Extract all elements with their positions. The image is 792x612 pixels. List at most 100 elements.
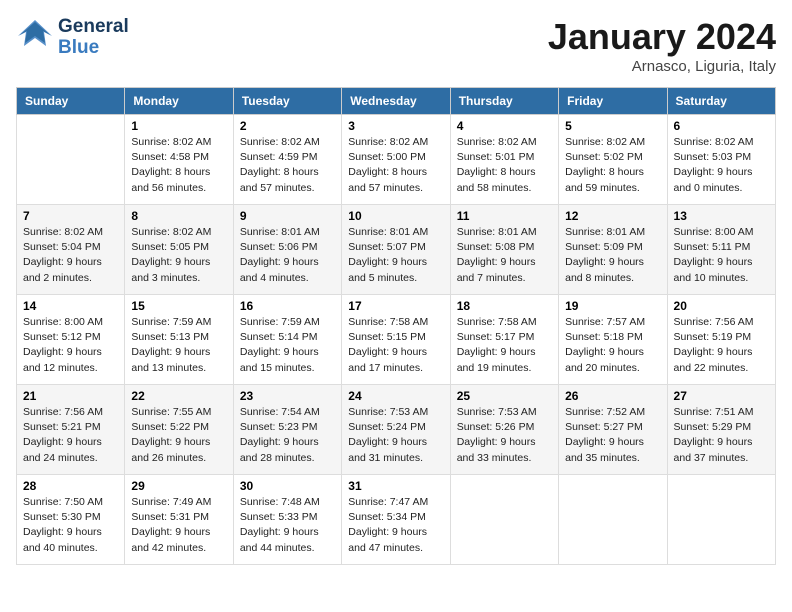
- calendar-cell: 16 Sunrise: 7:59 AMSunset: 5:14 PMDayligh…: [233, 295, 341, 385]
- day-number: 5: [565, 119, 660, 133]
- calendar-cell: 3 Sunrise: 8:02 AMSunset: 5:00 PMDaylight…: [342, 115, 450, 205]
- day-number: 4: [457, 119, 552, 133]
- logo-blue-text: Blue: [58, 37, 99, 58]
- day-number: 13: [674, 209, 769, 223]
- day-info: Sunrise: 7:52 AMSunset: 5:27 PMDaylight:…: [565, 405, 660, 466]
- calendar-week-2: 7 Sunrise: 8:02 AMSunset: 5:04 PMDaylight…: [17, 205, 776, 295]
- col-header-saturday: Saturday: [667, 88, 775, 115]
- calendar-cell: 9 Sunrise: 8:01 AMSunset: 5:06 PMDaylight…: [233, 205, 341, 295]
- day-number: 22: [131, 389, 226, 403]
- calendar-cell: 26Sunrise: 7:52 AMSunset: 5:27 PMDayligh…: [559, 385, 667, 475]
- calendar-cell: 29 Sunrise: 7:49 AMSunset: 5:31 PMDayligh…: [125, 475, 233, 565]
- day-number: 9: [240, 209, 335, 223]
- col-header-thursday: Thursday: [450, 88, 558, 115]
- day-info: Sunrise: 7:57 AMSunset: 5:18 PMDaylight:…: [565, 315, 660, 376]
- day-info: Sunrise: 7:56 AMSunset: 5:21 PMDaylight:…: [23, 405, 118, 466]
- day-info: Sunrise: 8:01 AMSunset: 5:07 PMDaylight:…: [348, 225, 443, 286]
- day-number: 3: [348, 119, 443, 133]
- day-info: Sunrise: 8:02 AMSunset: 5:03 PMDaylight:…: [674, 135, 769, 196]
- calendar-cell: 1 Sunrise: 8:02 AMSunset: 4:58 PMDaylight…: [125, 115, 233, 205]
- calendar-cell: 5 Sunrise: 8:02 AMSunset: 5:02 PMDaylight…: [559, 115, 667, 205]
- calendar-cell: 8 Sunrise: 8:02 AMSunset: 5:05 PMDaylight…: [125, 205, 233, 295]
- calendar-cell: 31Sunrise: 7:47 AMSunset: 5:34 PMDayligh…: [342, 475, 450, 565]
- col-header-friday: Friday: [559, 88, 667, 115]
- day-info: Sunrise: 8:02 AMSunset: 5:02 PMDaylight:…: [565, 135, 660, 196]
- day-number: 30: [240, 479, 335, 493]
- day-info: Sunrise: 7:59 AMSunset: 5:14 PMDaylight:…: [240, 315, 335, 376]
- calendar-cell: 2 Sunrise: 8:02 AMSunset: 4:59 PMDaylight…: [233, 115, 341, 205]
- calendar-cell: 15 Sunrise: 7:59 AMSunset: 5:13 PMDayligh…: [125, 295, 233, 385]
- day-info: Sunrise: 8:01 AMSunset: 5:06 PMDaylight:…: [240, 225, 335, 286]
- day-info: Sunrise: 8:02 AMSunset: 5:00 PMDaylight:…: [348, 135, 443, 196]
- day-info: Sunrise: 7:47 AMSunset: 5:34 PMDaylight:…: [348, 495, 443, 556]
- calendar-cell: 24 Sunrise: 7:53 AMSunset: 5:24 PMDayligh…: [342, 385, 450, 475]
- day-number: 19: [565, 299, 660, 313]
- calendar-cell: [559, 475, 667, 565]
- day-info: Sunrise: 7:59 AMSunset: 5:13 PMDaylight:…: [131, 315, 226, 376]
- calendar-cell: 19 Sunrise: 7:57 AMSunset: 5:18 PMDayligh…: [559, 295, 667, 385]
- calendar-week-1: 1 Sunrise: 8:02 AMSunset: 4:58 PMDaylight…: [17, 115, 776, 205]
- calendar-cell: [667, 475, 775, 565]
- calendar-cell: 4 Sunrise: 8:02 AMSunset: 5:01 PMDaylight…: [450, 115, 558, 205]
- calendar-cell: 23 Sunrise: 7:54 AMSunset: 5:23 PMDayligh…: [233, 385, 341, 475]
- calendar-cell: 27Sunrise: 7:51 AMSunset: 5:29 PMDayligh…: [667, 385, 775, 475]
- calendar-cell: 18 Sunrise: 7:58 AMSunset: 5:17 PMDayligh…: [450, 295, 558, 385]
- calendar-cell: 20 Sunrise: 7:56 AMSunset: 5:19 PMDayligh…: [667, 295, 775, 385]
- day-number: 24: [348, 389, 443, 403]
- day-info: Sunrise: 8:02 AMSunset: 5:05 PMDaylight:…: [131, 225, 226, 286]
- day-info: Sunrise: 8:02 AMSunset: 5:01 PMDaylight:…: [457, 135, 552, 196]
- day-number: 18: [457, 299, 552, 313]
- calendar-cell: 30 Sunrise: 7:48 AMSunset: 5:33 PMDayligh…: [233, 475, 341, 565]
- day-info: Sunrise: 8:00 AMSunset: 5:11 PMDaylight:…: [674, 225, 769, 286]
- day-number: 6: [674, 119, 769, 133]
- col-header-wednesday: Wednesday: [342, 88, 450, 115]
- day-number: 2: [240, 119, 335, 133]
- day-info: Sunrise: 8:01 AMSunset: 5:09 PMDaylight:…: [565, 225, 660, 286]
- calendar-cell: 7 Sunrise: 8:02 AMSunset: 5:04 PMDaylight…: [17, 205, 125, 295]
- day-info: Sunrise: 8:02 AMSunset: 5:04 PMDaylight:…: [23, 225, 118, 286]
- calendar-cell: 12Sunrise: 8:01 AMSunset: 5:09 PMDayligh…: [559, 205, 667, 295]
- day-number: 20: [674, 299, 769, 313]
- day-info: Sunrise: 7:56 AMSunset: 5:19 PMDaylight:…: [674, 315, 769, 376]
- day-info: Sunrise: 7:55 AMSunset: 5:22 PMDaylight:…: [131, 405, 226, 466]
- day-number: 14: [23, 299, 118, 313]
- day-number: 29: [131, 479, 226, 493]
- calendar-cell: [17, 115, 125, 205]
- calendar-cell: 17Sunrise: 7:58 AMSunset: 5:15 PMDayligh…: [342, 295, 450, 385]
- day-number: 8: [131, 209, 226, 223]
- day-info: Sunrise: 7:53 AMSunset: 5:24 PMDaylight:…: [348, 405, 443, 466]
- calendar-cell: 6 Sunrise: 8:02 AMSunset: 5:03 PMDaylight…: [667, 115, 775, 205]
- day-number: 1: [131, 119, 226, 133]
- day-info: Sunrise: 7:58 AMSunset: 5:17 PMDaylight:…: [457, 315, 552, 376]
- calendar-cell: 25 Sunrise: 7:53 AMSunset: 5:26 PMDayligh…: [450, 385, 558, 475]
- calendar-table: SundayMondayTuesdayWednesdayThursdayFrid…: [16, 87, 776, 565]
- calendar-cell: 21Sunrise: 7:56 AMSunset: 5:21 PMDayligh…: [17, 385, 125, 475]
- day-info: Sunrise: 7:53 AMSunset: 5:26 PMDaylight:…: [457, 405, 552, 466]
- day-number: 25: [457, 389, 552, 403]
- day-number: 7: [23, 209, 118, 223]
- day-info: Sunrise: 7:48 AMSunset: 5:33 PMDaylight:…: [240, 495, 335, 556]
- day-info: Sunrise: 7:54 AMSunset: 5:23 PMDaylight:…: [240, 405, 335, 466]
- day-number: 23: [240, 389, 335, 403]
- day-number: 11: [457, 209, 552, 223]
- day-number: 16: [240, 299, 335, 313]
- day-number: 28: [23, 479, 118, 493]
- calendar-cell: 28Sunrise: 7:50 AMSunset: 5:30 PMDayligh…: [17, 475, 125, 565]
- logo: General Blue: [16, 16, 129, 59]
- calendar-cell: 10Sunrise: 8:01 AMSunset: 5:07 PMDayligh…: [342, 205, 450, 295]
- day-info: Sunrise: 8:01 AMSunset: 5:08 PMDaylight:…: [457, 225, 552, 286]
- day-info: Sunrise: 7:49 AMSunset: 5:31 PMDaylight:…: [131, 495, 226, 556]
- day-info: Sunrise: 8:02 AMSunset: 4:58 PMDaylight:…: [131, 135, 226, 196]
- day-info: Sunrise: 8:02 AMSunset: 4:59 PMDaylight:…: [240, 135, 335, 196]
- col-header-tuesday: Tuesday: [233, 88, 341, 115]
- day-number: 15: [131, 299, 226, 313]
- title-area: January 2024 Arnasco, Liguria, Italy: [548, 16, 776, 75]
- calendar-week-3: 14 Sunrise: 8:00 AMSunset: 5:12 PMDayligh…: [17, 295, 776, 385]
- day-number: 27: [674, 389, 769, 403]
- location-subtitle: Arnasco, Liguria, Italy: [548, 58, 776, 75]
- logo-icon: [16, 16, 54, 54]
- calendar-week-4: 21Sunrise: 7:56 AMSunset: 5:21 PMDayligh…: [17, 385, 776, 475]
- col-header-monday: Monday: [125, 88, 233, 115]
- day-info: Sunrise: 8:00 AMSunset: 5:12 PMDaylight:…: [23, 315, 118, 376]
- month-title: January 2024: [548, 16, 776, 58]
